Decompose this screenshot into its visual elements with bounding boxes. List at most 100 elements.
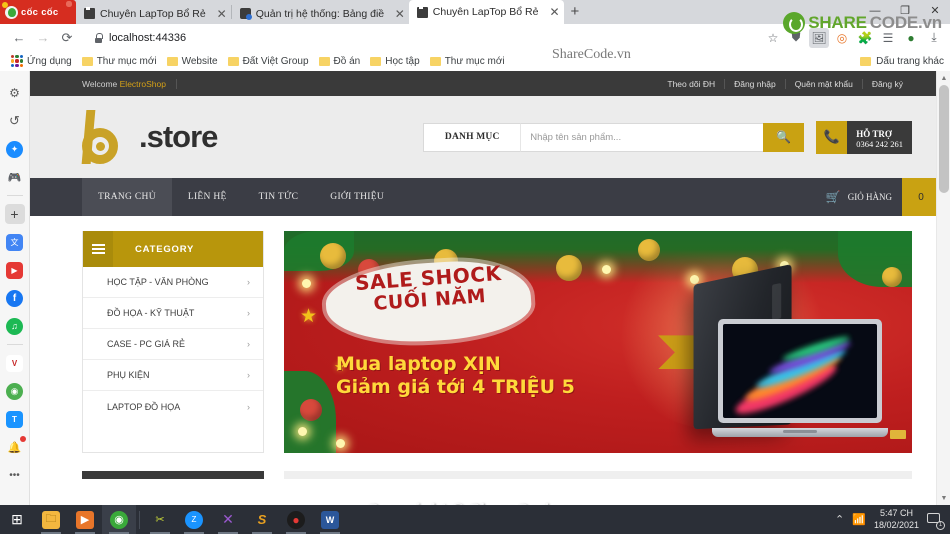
page-scrollbar[interactable]: ▲ ▼ <box>936 71 950 505</box>
close-tab-icon[interactable]: ✕ <box>395 8 405 20</box>
sidebar-item-facebook[interactable]: f <box>4 284 26 312</box>
new-tab-button[interactable]: + <box>564 4 587 21</box>
search-input[interactable]: Nhập tên sản phẩm... <box>520 122 764 152</box>
nav-item-news[interactable]: TIN TỨC <box>243 178 315 216</box>
link-login[interactable]: Đăng nhập <box>724 78 785 89</box>
folder-icon <box>860 56 872 66</box>
taskbar-tools-app[interactable]: ✂ <box>143 505 177 534</box>
hamburger-icon[interactable] <box>83 231 113 267</box>
other-bookmarks[interactable]: Dấu trang khác <box>860 56 944 67</box>
hamburger-lines <box>91 244 105 254</box>
category-item-study-office[interactable]: HỌC TẬP - VĂN PHÒNG › <box>83 267 263 298</box>
bookmark-item[interactable]: Đồ án <box>316 56 368 67</box>
close-tab-icon[interactable]: ✕ <box>549 6 559 18</box>
screen: cốc cốc Chuyên LapTop Bổ Rẻ ✕ Quản trị h… <box>0 0 950 534</box>
search-button[interactable]: 🔍 <box>763 122 805 152</box>
taskbar-separator <box>139 510 140 529</box>
sidebar-item-history[interactable]: ↺ <box>4 107 26 135</box>
wifi-icon[interactable]: 📶 <box>852 513 866 526</box>
sidebar-item-games[interactable]: 🎮 <box>4 163 26 191</box>
vscode-icon: ✕ <box>222 511 234 527</box>
browser-tab[interactable]: Quản trị hệ thống: Bảng điều ✕ <box>231 3 409 24</box>
sidebar-item-add[interactable]: + <box>4 200 26 228</box>
category-item-graphics-engineering[interactable]: ĐỒ HỌA - KỸ THUẬT › <box>83 298 263 329</box>
nav-item-contact[interactable]: LIÊN HỆ <box>172 178 243 216</box>
site-logo[interactable]: .store <box>81 110 412 164</box>
ornament <box>300 399 322 421</box>
category-select[interactable]: DANH MỤC <box>423 122 521 152</box>
divider <box>6 344 23 345</box>
bookmarks-bar: Ứng dụng Thư mục mới Website Đất Việt Gr… <box>0 51 950 71</box>
sidebar-item-spotify[interactable]: ♫ <box>4 312 26 340</box>
cart-count-badge: 0 <box>902 178 940 216</box>
back-icon[interactable]: ← <box>8 27 30 49</box>
cart-button[interactable]: 🛒 GIỎ HÀNG <box>816 178 902 216</box>
below-banner-strip <box>30 453 940 479</box>
bookmark-item[interactable]: Đất Việt Group <box>225 56 316 67</box>
windows-taskbar: ⊞ 🗀 ▶ ◉ ✂ Z ✕ S ● W ⌃ 📶 5:47 CH 18/02/20… <box>0 505 950 534</box>
taskbar-coccoc-browser[interactable]: ◉ <box>102 505 136 534</box>
link-forgot-password[interactable]: Quên mật khẩu <box>784 78 862 89</box>
notification-badge <box>19 436 26 442</box>
banner-badge <box>890 430 906 439</box>
sidebar-item-gear[interactable]: ⚙ <box>4 79 26 107</box>
sidebar-item-tiki[interactable]: T <box>4 405 26 433</box>
apps-shortcut[interactable]: Ứng dụng <box>8 55 79 67</box>
category-title: CATEGORY <box>135 243 195 255</box>
address-bar[interactable]: localhost:44336 <box>86 28 753 47</box>
taskbar-zalo[interactable]: Z <box>177 505 211 534</box>
taskbar-screen-recorder[interactable]: ● <box>279 505 313 534</box>
scroll-down-icon[interactable]: ▼ <box>937 491 950 505</box>
taskbar-media-player[interactable]: ▶ <box>68 505 102 534</box>
sidebar-item-messenger[interactable]: ✦ <box>4 135 26 163</box>
notification-center-icon[interactable]: 1 <box>927 512 945 530</box>
category-item-laptop-graphics[interactable]: LAPTOP ĐỒ HỌA › <box>83 391 263 422</box>
reload-icon[interactable]: ⟳ <box>56 27 78 49</box>
nav-item-about[interactable]: GIỚI THIỆU <box>314 178 400 216</box>
start-button[interactable]: ⊞ <box>0 505 34 534</box>
sidebar-item-translate[interactable]: 文 <box>4 228 26 256</box>
search-icon: 🔍 <box>776 130 792 144</box>
cart-widget[interactable]: 🛒 GIỎ HÀNG 0 <box>816 178 940 216</box>
link-order-tracking[interactable]: Theo dõi ĐH <box>658 79 724 89</box>
nav-item-home[interactable]: TRANG CHỦ <box>82 178 172 216</box>
bookmark-label: Đồ án <box>333 55 361 67</box>
scroll-up-icon[interactable]: ▲ <box>937 71 950 85</box>
cart-icon: 🛒 <box>825 189 841 204</box>
watermark-share-text: SHARE <box>808 13 867 32</box>
category-item-case-pc[interactable]: CASE - PC GIÁ RẺ › <box>83 329 263 360</box>
chevron-right-icon: › <box>247 277 250 287</box>
sidebar-item-youtube[interactable]: ▶ <box>4 256 26 284</box>
sidebar-item-shopee[interactable]: ◉ <box>4 377 26 405</box>
bookmark-item[interactable]: Thư mục mới <box>427 56 512 67</box>
add-icon: + <box>4 204 25 224</box>
taskbar-microsoft-word[interactable]: W <box>313 505 347 534</box>
folder-icon <box>81 56 93 66</box>
promo-banner[interactable]: ★ ★ SALE SHOCK CUỐI NĂM Mua laptop XỊN G… <box>284 231 912 453</box>
star-icon[interactable]: ☆ <box>763 28 783 48</box>
taskbar-visual-studio-code[interactable]: ✕ <box>211 505 245 534</box>
sidebar-item-vtv[interactable]: V <box>4 349 26 377</box>
bookmark-item[interactable]: Thư mục mới <box>79 56 164 67</box>
bookmark-item[interactable]: Website <box>164 56 225 67</box>
close-tab-icon[interactable]: ✕ <box>217 8 227 20</box>
forward-icon[interactable]: → <box>32 27 54 49</box>
taskbar-sublime-text[interactable]: S <box>245 505 279 534</box>
coccoc-mark-icon <box>5 5 18 19</box>
browser-tab[interactable]: Chuyên LapTop Bổ Rẻ ✕ <box>76 3 231 24</box>
sidebar-item-notifications[interactable]: 🔔 <box>4 433 26 461</box>
taskbar-file-explorer[interactable]: 🗀 <box>34 505 68 534</box>
sidebar-item-more[interactable]: ••• <box>4 461 26 489</box>
category-item-accessories[interactable]: PHỤ KIỆN › <box>83 360 263 391</box>
support-title: HỖ TRỢ <box>856 128 892 139</box>
gear-icon: ⚙ <box>9 86 20 100</box>
content-next-block <box>284 471 912 479</box>
bookmark-item[interactable]: Học tập <box>367 56 426 67</box>
clock[interactable]: 5:47 CH 18/02/2021 <box>874 508 919 531</box>
scrollbar-thumb[interactable] <box>939 85 949 193</box>
browser-tab-active[interactable]: Chuyên LapTop Bổ Rẻ ✕ <box>408 0 564 24</box>
sharecode-badge-icon <box>783 12 806 34</box>
chevron-up-icon[interactable]: ⌃ <box>835 513 844 526</box>
folder-icon <box>227 56 239 66</box>
link-register[interactable]: Đăng ký <box>861 78 912 89</box>
